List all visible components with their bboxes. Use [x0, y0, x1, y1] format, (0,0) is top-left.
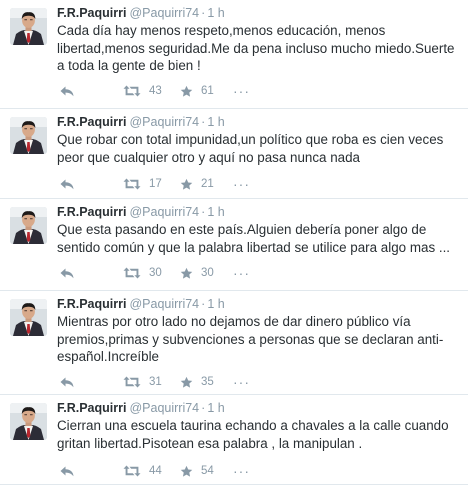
- tweet[interactable]: F.R.Paquirri @Paquirri74 · 1 h Cierran una e…: [0, 395, 468, 485]
- retweet-count: 31: [149, 376, 162, 388]
- tweet-fullname[interactable]: F.R.Paquirri: [57, 401, 126, 415]
- reply-button[interactable]: [60, 265, 82, 281]
- more-icon: ···: [233, 83, 250, 99]
- tweet-header: F.R.Paquirri @Paquirri74 · 1 h: [57, 115, 225, 129]
- retweet-count: 30: [149, 267, 162, 279]
- tweet-timestamp[interactable]: 1 h: [207, 115, 224, 129]
- reply-button[interactable]: [60, 176, 82, 192]
- tweet-username[interactable]: @Paquirri74: [129, 297, 199, 311]
- tweet-separator: ·: [201, 115, 206, 129]
- more-button[interactable]: ···: [233, 463, 250, 479]
- reply-icon: [60, 179, 74, 190]
- tweet-header: F.R.Paquirri @Paquirri74 · 1 h: [57, 6, 225, 20]
- favorite-count: 35: [201, 376, 214, 388]
- tweet-username[interactable]: @Paquirri74: [129, 205, 199, 219]
- tweet-actions: 30 30 ···: [57, 265, 277, 281]
- tweet-separator: ·: [201, 205, 206, 219]
- tweet-fullname[interactable]: F.R.Paquirri: [57, 115, 126, 129]
- more-icon: ···: [233, 176, 250, 192]
- retweet-count: 44: [149, 465, 162, 477]
- tweet-text: Mientras por otro lado no dejamos de dar…: [57, 314, 444, 364]
- favorite-count: 30: [201, 267, 214, 279]
- tweet-actions: 44 54 ···: [57, 463, 277, 479]
- tweet-header: F.R.Paquirri @Paquirri74 · 1 h: [57, 401, 225, 415]
- tweet-timestamp[interactable]: 1 h: [207, 297, 224, 311]
- tweet-text: Cierran una escuela taurina echando a ch…: [57, 418, 449, 451]
- tweet-username[interactable]: @Paquirri74: [129, 115, 199, 129]
- tweet-separator: ·: [201, 6, 206, 20]
- retweet-count: 43: [149, 85, 162, 97]
- favorite-button[interactable]: 54: [180, 463, 214, 479]
- more-icon: ···: [233, 374, 250, 390]
- reply-icon: [60, 377, 74, 388]
- tweet-username[interactable]: @Paquirri74: [129, 6, 199, 20]
- reply-icon: [60, 86, 74, 97]
- favorite-button[interactable]: 35: [180, 374, 214, 390]
- retweet-icon: [123, 267, 141, 279]
- tweet-separator: ·: [201, 401, 206, 415]
- tweet-timeline: F.R.Paquirri @Paquirri74 · 1 h Cada día hay …: [0, 0, 468, 485]
- more-button[interactable]: ···: [233, 265, 250, 281]
- tweet-text: Cada día hay menos respeto,menos educaci…: [57, 23, 455, 73]
- more-button[interactable]: ···: [233, 176, 250, 192]
- more-icon: ···: [233, 265, 250, 281]
- tweet-actions: 43 61 ···: [57, 83, 277, 99]
- reply-button[interactable]: [60, 463, 82, 479]
- tweet-header: F.R.Paquirri @Paquirri74 · 1 h: [57, 205, 225, 219]
- tweet[interactable]: F.R.Paquirri @Paquirri74 · 1 h Cada día hay …: [0, 0, 468, 109]
- retweet-icon: [123, 85, 141, 97]
- tweet-header: F.R.Paquirri @Paquirri74 · 1 h: [57, 297, 225, 311]
- favorite-button[interactable]: 30: [180, 265, 214, 281]
- favorite-count: 54: [201, 465, 214, 477]
- tweet[interactable]: F.R.Paquirri @Paquirri74 · 1 h Mientras por …: [0, 291, 468, 395]
- retweet-button[interactable]: 43: [123, 83, 162, 99]
- tweet-actions: 31 35 ···: [57, 374, 277, 390]
- more-icon: ···: [233, 463, 250, 479]
- tweet-text: Que esta pasando en este país.Alguien de…: [57, 222, 451, 255]
- favorite-button[interactable]: 21: [180, 176, 214, 192]
- tweet-actions: 17 21 ···: [57, 176, 277, 192]
- avatar[interactable]: [10, 8, 47, 45]
- favorite-count: 61: [201, 85, 214, 97]
- avatar[interactable]: [10, 207, 47, 244]
- retweet-icon: [123, 465, 141, 477]
- tweet-separator: ·: [201, 297, 206, 311]
- tweet-timestamp[interactable]: 1 h: [207, 401, 224, 415]
- reply-icon: [60, 466, 74, 477]
- retweet-button[interactable]: 30: [123, 265, 162, 281]
- star-icon: [180, 465, 193, 478]
- reply-button[interactable]: [60, 83, 82, 99]
- tweet-timestamp[interactable]: 1 h: [207, 6, 224, 20]
- avatar[interactable]: [10, 117, 47, 154]
- tweet-fullname[interactable]: F.R.Paquirri: [57, 205, 126, 219]
- tweet-fullname[interactable]: F.R.Paquirri: [57, 297, 126, 311]
- avatar[interactable]: [10, 403, 47, 440]
- star-icon: [180, 267, 193, 280]
- favorite-count: 21: [201, 178, 214, 190]
- retweet-button[interactable]: 44: [123, 463, 162, 479]
- retweet-button[interactable]: 17: [123, 176, 162, 192]
- star-icon: [180, 376, 193, 389]
- avatar[interactable]: [10, 299, 47, 336]
- star-icon: [180, 85, 193, 98]
- reply-icon: [60, 268, 74, 279]
- tweet[interactable]: F.R.Paquirri @Paquirri74 · 1 h Que esta pasa…: [0, 199, 468, 291]
- retweet-button[interactable]: 31: [123, 374, 162, 390]
- more-button[interactable]: ···: [233, 374, 250, 390]
- star-icon: [180, 178, 193, 191]
- tweet-text: Que robar con total impunidad,un polític…: [57, 132, 444, 165]
- retweet-count: 17: [149, 178, 162, 190]
- tweet-fullname[interactable]: F.R.Paquirri: [57, 6, 126, 20]
- tweet-timestamp[interactable]: 1 h: [207, 205, 224, 219]
- more-button[interactable]: ···: [233, 83, 250, 99]
- favorite-button[interactable]: 61: [180, 83, 214, 99]
- tweet-username[interactable]: @Paquirri74: [129, 401, 199, 415]
- retweet-icon: [123, 376, 141, 388]
- reply-button[interactable]: [60, 374, 82, 390]
- retweet-icon: [123, 178, 141, 190]
- tweet[interactable]: F.R.Paquirri @Paquirri74 · 1 h Que robar con…: [0, 109, 468, 199]
